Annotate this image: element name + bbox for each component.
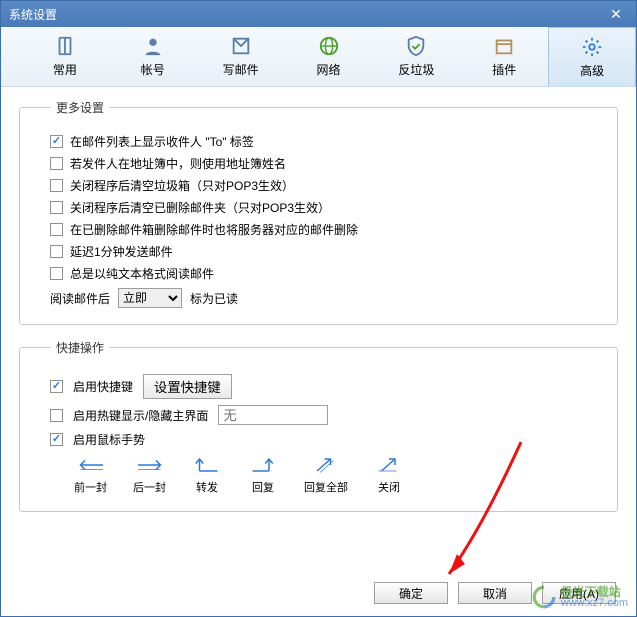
checkbox[interactable] [50, 267, 63, 280]
tab-label: 常用 [53, 61, 77, 78]
checkbox-label: 若发件人在地址簿中，则使用地址簿姓名 [70, 155, 286, 172]
gesture-label: 后一封 [133, 479, 166, 495]
tab-common[interactable]: 常用 [21, 27, 109, 86]
gesture-label: 前一封 [74, 479, 107, 495]
checkbox[interactable] [50, 245, 63, 258]
window-title: 系统设置 [9, 6, 57, 23]
checkbox[interactable] [50, 135, 63, 148]
tab-label: 帐号 [141, 61, 165, 78]
tab-spam[interactable]: 反垃圾 [372, 27, 460, 86]
checkbox-label: 关闭程序后清空垃圾箱（只对POP3生效） [70, 177, 294, 194]
gesture-reply-all: 回复全部 [304, 454, 348, 495]
read-prefix: 阅读邮件后 [50, 290, 110, 307]
toolbar: 常用 帐号 写邮件 网络 反垃圾 插件 高级 [1, 27, 636, 87]
checkbox[interactable] [50, 201, 63, 214]
person-icon [142, 35, 164, 57]
tab-compose[interactable]: 写邮件 [197, 27, 285, 86]
shield-icon [405, 35, 427, 57]
read-delay-select[interactable]: 立即 [118, 288, 182, 308]
shortcuts-group: 快捷操作 启用快捷键 设置快捷键 启用热键显示/隐藏主界面 启用鼠标手势 前一封… [19, 339, 618, 512]
tab-plugins[interactable]: 插件 [460, 27, 548, 86]
shortcuts-title: 快捷操作 [50, 339, 110, 356]
page-icon [54, 35, 76, 57]
checkbox-label: 总是以纯文本格式阅读邮件 [70, 265, 214, 282]
gesture-label: 回复 [252, 479, 274, 495]
checkbox[interactable] [50, 223, 63, 236]
tab-label: 插件 [492, 61, 516, 78]
checkbox-label: 关闭程序后清空已删除邮件夹（只对POP3生效） [70, 199, 330, 216]
box-icon [493, 35, 515, 57]
tab-account[interactable]: 帐号 [109, 27, 197, 86]
enable-gesture-label: 启用鼠标手势 [73, 431, 145, 448]
hotkey-input[interactable] [218, 405, 328, 425]
close-icon[interactable]: ✕ [604, 5, 628, 23]
tab-network[interactable]: 网络 [285, 27, 373, 86]
set-shortcut-button[interactable]: 设置快捷键 [143, 374, 232, 399]
checkbox[interactable] [50, 409, 63, 422]
tab-label: 网络 [317, 61, 341, 78]
checkbox-label: 在已删除邮件箱删除邮件时也将服务器对应的邮件删除 [70, 221, 358, 238]
watermark: 极光下载站 www.xz7.com [531, 584, 628, 610]
swirl-icon [531, 584, 557, 610]
checkbox-label: 在邮件列表上显示收件人 "To" 标签 [70, 133, 254, 150]
gesture-label: 回复全部 [304, 479, 348, 495]
checkbox[interactable] [50, 380, 63, 393]
cancel-button[interactable]: 取消 [458, 582, 532, 604]
tab-label: 高级 [580, 62, 604, 79]
checkbox-label: 延迟1分钟发送邮件 [70, 243, 173, 260]
gear-icon [581, 36, 603, 58]
globe-icon [318, 35, 340, 57]
compose-icon [230, 35, 252, 57]
titlebar: 系统设置 ✕ [1, 1, 636, 27]
watermark-cn: 极光下载站 [561, 586, 628, 598]
more-settings-group: 更多设置 在邮件列表上显示收件人 "To" 标签 若发件人在地址簿中，则使用地址… [19, 99, 618, 325]
enable-hotkey-label: 启用热键显示/隐藏主界面 [73, 407, 208, 424]
gesture-prev: 前一封 [74, 454, 107, 495]
checkbox[interactable] [50, 157, 63, 170]
gesture-next: 后一封 [133, 454, 166, 495]
gesture-list: 前一封 后一封 转发 回复 回复全部 关闭 [74, 454, 599, 495]
gesture-label: 转发 [196, 479, 218, 495]
checkbox[interactable] [50, 433, 63, 446]
tab-label: 写邮件 [223, 61, 259, 78]
ok-button[interactable]: 确定 [374, 582, 448, 604]
tab-label: 反垃圾 [398, 61, 434, 78]
enable-shortcut-label: 启用快捷键 [73, 378, 133, 395]
gesture-forward: 转发 [192, 454, 222, 495]
watermark-url: www.xz7.com [561, 598, 628, 609]
gesture-label: 关闭 [378, 479, 400, 495]
more-settings-title: 更多设置 [50, 99, 110, 116]
checkbox[interactable] [50, 179, 63, 192]
gesture-close: 关闭 [374, 454, 404, 495]
gesture-reply: 回复 [248, 454, 278, 495]
tab-advanced[interactable]: 高级 [548, 27, 636, 86]
read-suffix: 标为已读 [190, 290, 238, 307]
